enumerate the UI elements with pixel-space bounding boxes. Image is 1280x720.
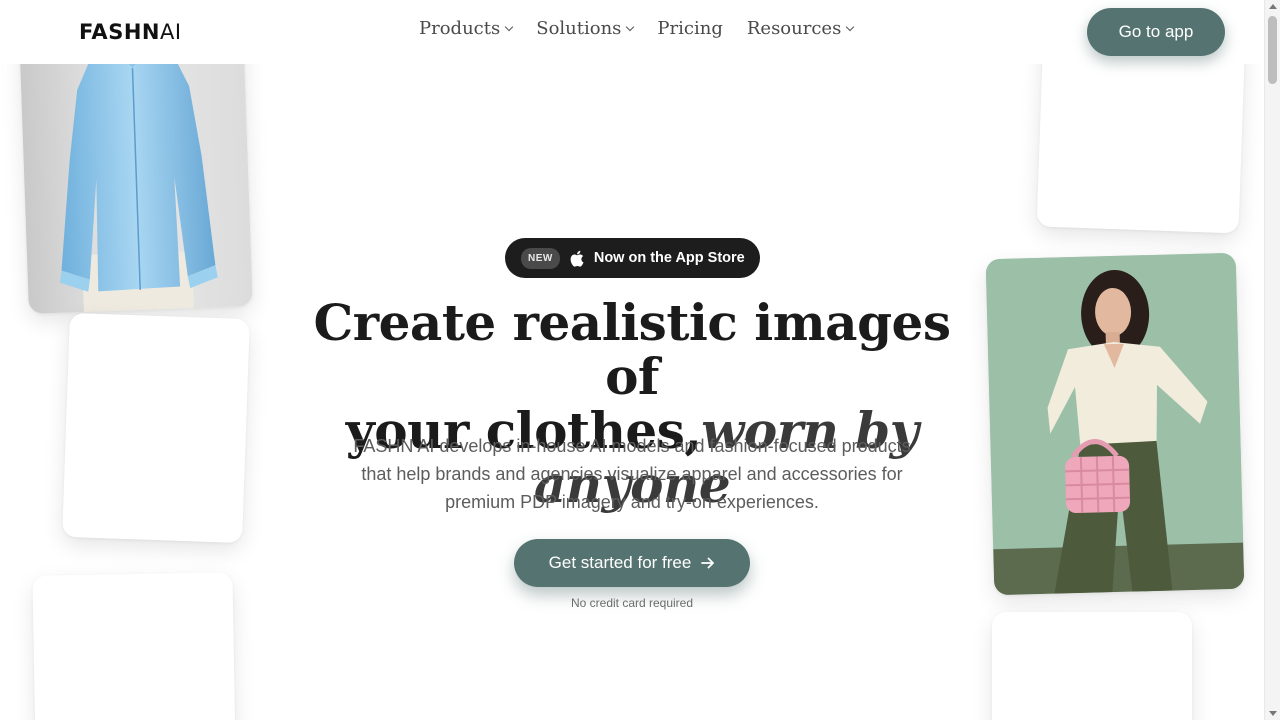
headline-line-1: Create realistic images of [313,293,951,406]
showcase-card-blue-shirt [19,24,253,314]
apple-icon [570,250,584,267]
no-credit-card-note: No credit card required [570,596,694,610]
showcase-card-model [985,252,1245,596]
nav-item-solutions[interactable]: Solutions [536,18,635,39]
scroll-up-arrow-icon[interactable] [1269,4,1277,9]
arrow-right-icon [701,557,715,569]
chevron-down-icon [626,22,635,32]
nav-item-label: Resources [746,18,842,39]
chevron-down-icon [846,22,855,32]
badge-text: Now on the App Store [593,250,745,266]
model-with-pink-bag-image [985,252,1245,596]
nav-item-label: Solutions [536,18,622,39]
app-store-badge[interactable]: NEW Now on the App Store [505,238,760,278]
nav-item-products[interactable]: Products [419,18,514,39]
nav-item-resources[interactable]: Resources [746,18,855,39]
blue-shirt-image [59,41,218,314]
showcase-card-empty [62,312,250,544]
nav-item-pricing[interactable]: Pricing [657,18,722,39]
main-nav: Products Solutions Pricing Resources [419,18,855,39]
go-to-app-button[interactable]: Go to app [1087,8,1225,56]
scrollbar-thumb[interactable] [1268,16,1277,84]
logo-bold-text: FASHN [79,20,160,44]
get-started-button[interactable]: Get started for free [514,539,750,587]
showcase-card-empty [992,612,1192,720]
logo-light-text: AI [159,20,182,44]
nav-item-label: Products [419,18,501,39]
new-badge: NEW [521,247,560,269]
showcase-card-empty [32,572,236,720]
chevron-down-icon [504,22,514,32]
page-scrollbar[interactable] [1264,0,1280,720]
hero-subtitle: FASHN AI develops in-house AI models and… [353,436,911,512]
get-started-label: Get started for free [548,553,692,572]
nav-item-label: Pricing [657,18,723,39]
scroll-down-arrow-icon[interactable] [1269,711,1277,716]
brand-logo[interactable]: FASHNAI [79,20,182,44]
site-header: FASHNAI Products Solutions Pricing Resou… [0,0,1264,64]
